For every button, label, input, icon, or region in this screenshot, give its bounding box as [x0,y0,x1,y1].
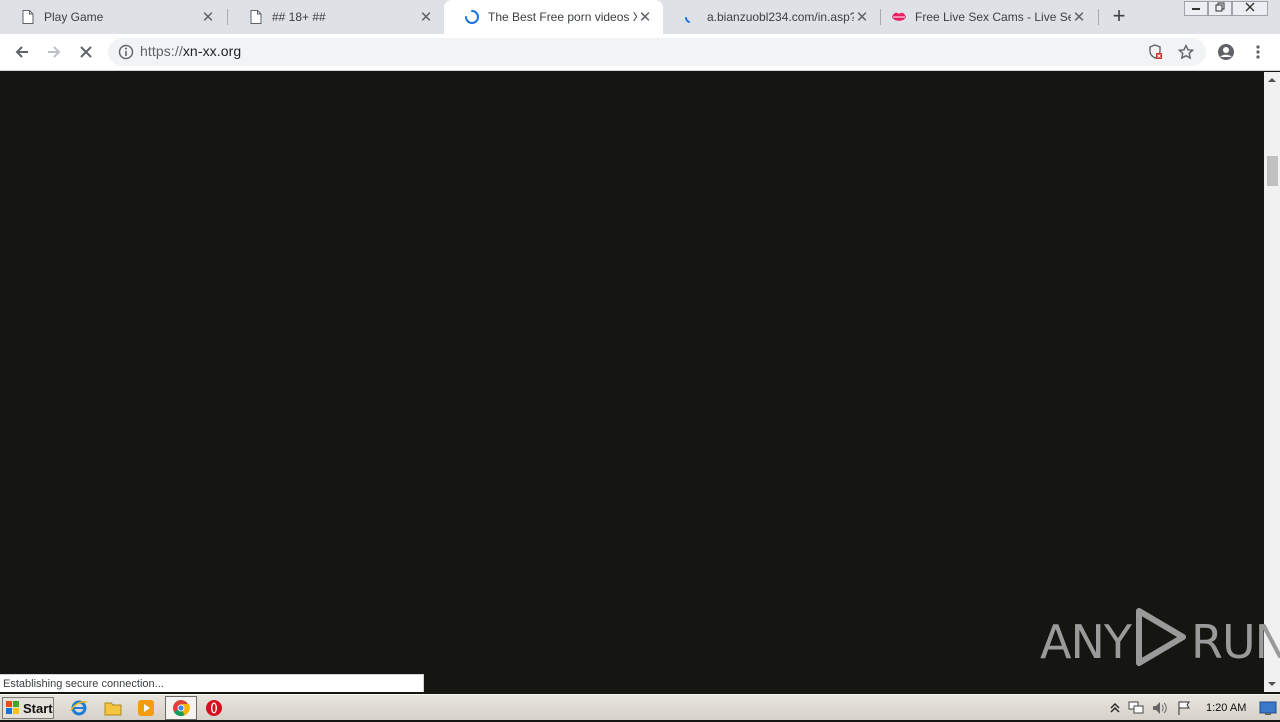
watermark-text-left: ANY [1040,615,1132,669]
close-icon[interactable]: ✕ [418,9,434,26]
file-explorer-icon[interactable] [104,699,122,717]
tab-title: ## 18+ ## [272,10,326,24]
menu-kebab-icon[interactable] [1246,40,1270,64]
status-bubble: Establishing secure connection... [0,674,424,692]
taskbar-clock[interactable]: 1:20 AM [1206,702,1246,714]
show-hidden-icons-icon[interactable] [1106,699,1124,717]
tab-title: Free Live Sex Cams - Live Sex C [915,10,1071,24]
close-window-icon[interactable] [1232,1,1268,16]
chrome-icon [172,699,190,717]
play-triangle-icon [1133,607,1189,678]
tab-title: Play Game [44,10,104,24]
start-button[interactable]: Start [2,697,54,719]
vertical-scrollbar[interactable] [1264,72,1280,692]
tab-xvideos-active[interactable]: The Best Free porn videos Xvide ✕ [444,0,663,34]
tab-title: The Best Free porn videos Xvide [488,10,637,24]
action-center-flag-icon[interactable] [1175,699,1193,717]
tab-live-cams[interactable]: Free Live Sex Cams - Live Sex C ✕ [881,0,1097,34]
back-icon[interactable] [10,40,34,64]
restore-icon[interactable] [1208,1,1232,16]
tab-separator [1098,9,1099,25]
chrome-taskbar-button[interactable] [165,696,197,720]
tab-play-game[interactable]: Play Game ✕ [0,0,226,34]
anyrun-watermark: ANY RUN [1040,607,1280,672]
url-host: xn-xx.org [182,43,242,59]
start-label: Start [23,700,53,716]
forward-icon[interactable] [42,40,66,64]
page-content[interactable] [0,72,1264,692]
opera-icon[interactable] [205,699,223,717]
volume-icon[interactable] [1151,699,1169,717]
media-player-icon[interactable] [137,699,155,717]
tab-bianzuobl[interactable]: a.bianzuobl234.com/in.asp?user ✕ [663,0,880,34]
url-scheme: https:// [140,43,183,59]
scroll-up-icon[interactable] [1264,72,1280,88]
blocked-popup-icon[interactable] [1143,40,1167,64]
scroll-down-icon[interactable] [1264,676,1280,692]
watermark-text-right: RUN [1190,615,1280,669]
windows-taskbar: Start 1:20 AM [0,694,1280,720]
scroll-thumb[interactable] [1267,156,1278,186]
tab-18-plus[interactable]: ## 18+ ## ✕ [228,0,444,34]
page-icon [20,9,36,25]
stop-loading-icon[interactable] [74,40,98,64]
profile-avatar-icon[interactable] [1214,40,1238,64]
bookmark-star-icon[interactable] [1174,40,1198,64]
address-bar[interactable]: https://xn-xx.org [108,38,1206,66]
internet-explorer-icon[interactable] [70,699,88,717]
info-icon[interactable] [118,44,134,60]
lips-icon [891,9,907,25]
minimize-icon[interactable] [1184,1,1208,16]
system-tray [1104,695,1280,721]
url-text: https://xn-xx.org [140,43,241,59]
show-desktop-icon[interactable] [1259,699,1277,717]
page-icon [248,9,264,25]
windows-logo-icon [6,701,20,715]
tab-strip: Play Game ✕ ## 18+ ## ✕ The Best Free po… [0,0,1280,34]
browser-toolbar: https://xn-xx.org [0,34,1280,71]
close-icon[interactable]: ✕ [1071,9,1087,26]
close-icon[interactable]: ✕ [854,9,870,26]
new-tab-button[interactable]: + [1108,5,1130,28]
loading-spinner-icon [464,9,480,25]
loading-spinner-icon [683,9,699,25]
close-icon[interactable]: ✕ [200,9,216,26]
tab-title: a.bianzuobl234.com/in.asp?user [707,10,854,24]
close-icon[interactable]: ✕ [637,9,653,26]
network-icon[interactable] [1127,699,1145,717]
